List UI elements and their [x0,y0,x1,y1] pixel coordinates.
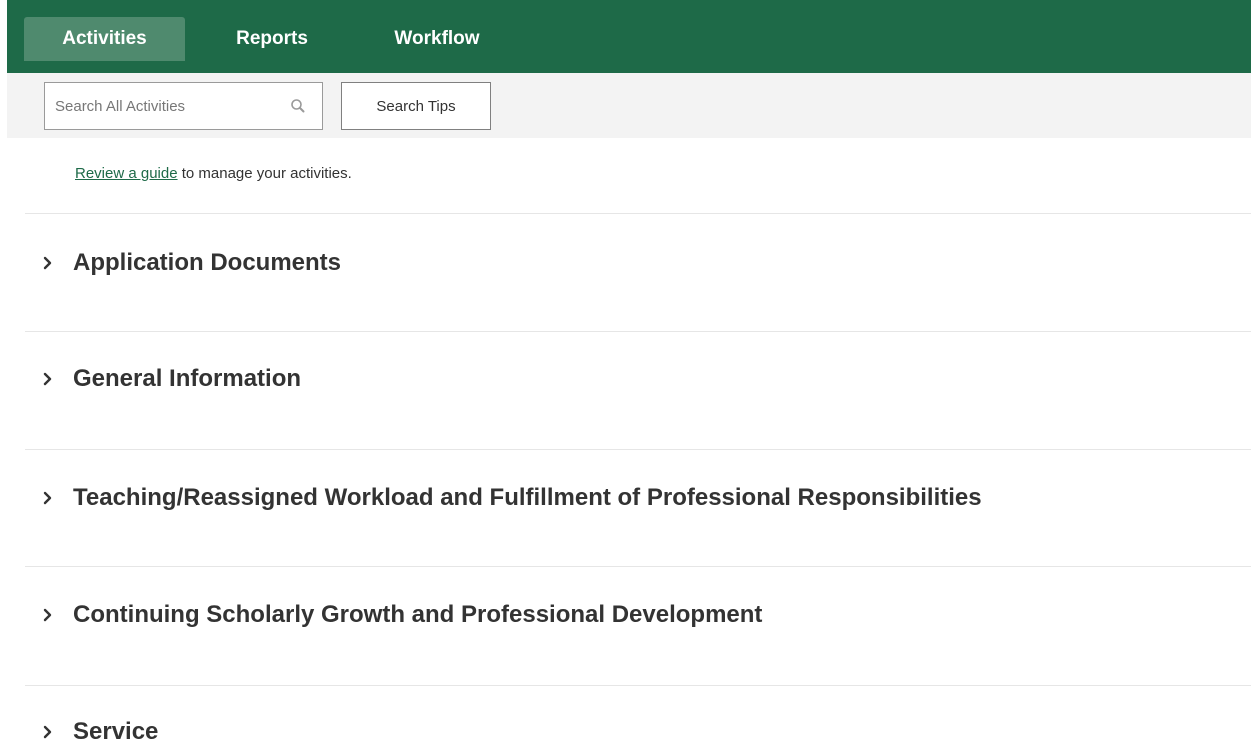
divider [25,331,1251,332]
review-guide-link[interactable]: Review a guide [75,165,178,182]
divider [25,685,1251,686]
section-service[interactable]: Service [41,712,158,752]
search-icon[interactable] [289,97,307,115]
tab-workflow[interactable]: Workflow [362,17,512,61]
section-title: Application Documents [73,249,342,276]
chevron-right-icon [43,725,52,739]
section-title: Continuing Scholarly Growth and Professi… [73,601,763,628]
tab-reports[interactable]: Reports [206,17,338,61]
section-title: General Information [73,365,302,392]
section-scholarly-growth[interactable]: Continuing Scholarly Growth and Professi… [41,595,762,635]
chevron-right-icon [43,256,52,270]
section-application-documents[interactable]: Application Documents [41,243,341,283]
chevron-right-icon [43,372,52,386]
section-general-information[interactable]: General Information [41,359,301,399]
section-title: Service [73,718,159,745]
tab-activities[interactable]: Activities [24,17,185,61]
chevron-right-icon [43,608,52,622]
search-input[interactable] [45,83,275,129]
guide-description: to manage your activities. [177,165,352,182]
chevron-right-icon [43,491,52,505]
divider [25,449,1251,450]
divider [25,213,1251,214]
section-title: Teaching/Reassigned Workload and Fulfill… [73,484,982,511]
search-tips-button[interactable]: Search Tips [341,82,491,130]
section-teaching-workload[interactable]: Teaching/Reassigned Workload and Fulfill… [41,478,982,518]
page: Activities Reports Workflow Search Tips … [7,0,1251,746]
divider [25,566,1251,567]
top-navigation: Activities Reports Workflow [7,0,1251,73]
search-bar: Search Tips [7,73,1251,138]
search-box [44,82,323,130]
guide-text: Review a guide to manage your activities… [75,164,352,184]
